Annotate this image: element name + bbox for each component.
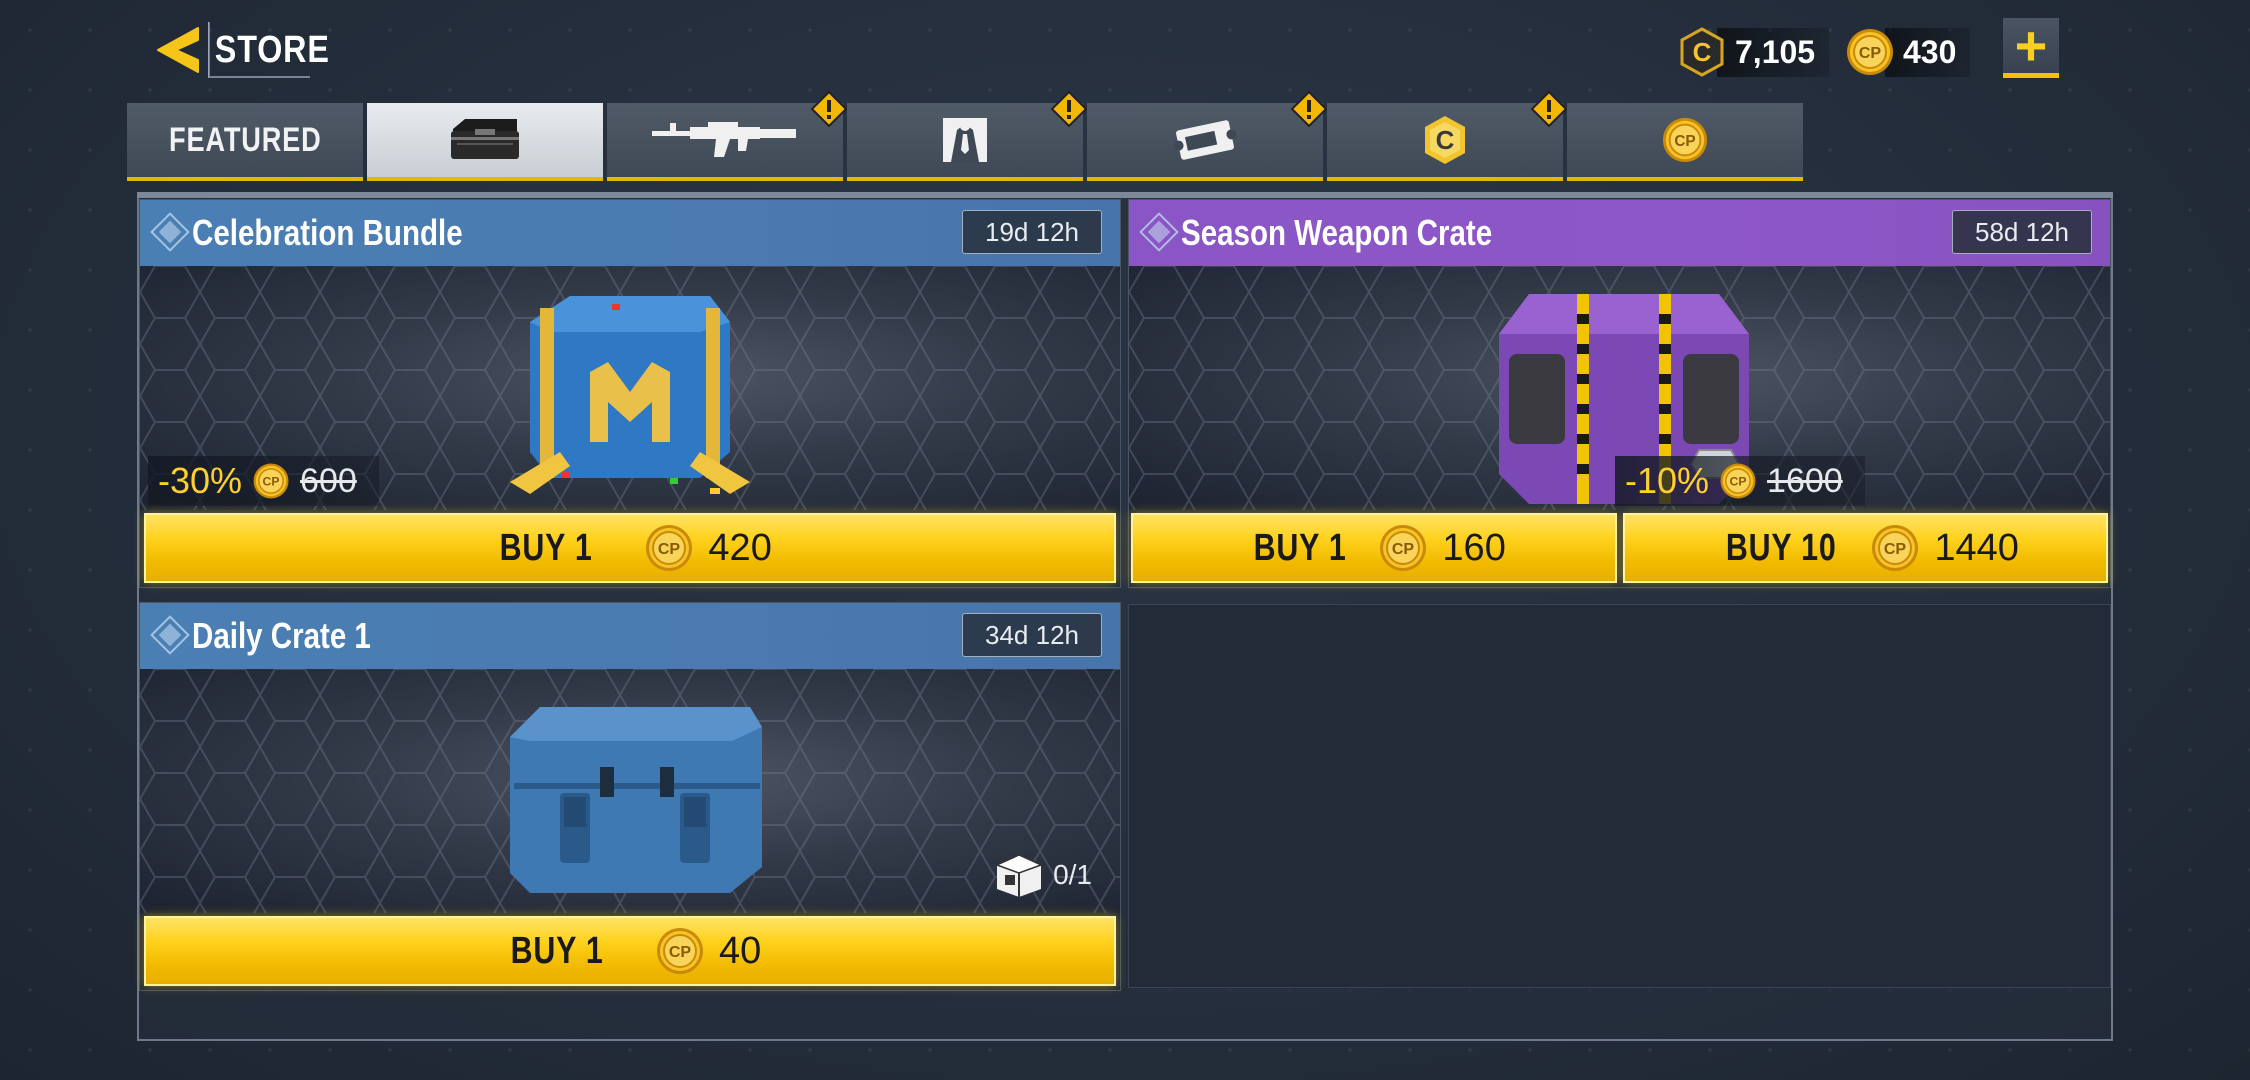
season-weapon-crate-timer: 58d 12h bbox=[1952, 210, 2092, 254]
daily-crate-title: Daily Crate 1 bbox=[192, 615, 371, 656]
celebration-crate-image bbox=[510, 296, 750, 494]
tab-tickets-alert-icon bbox=[1289, 89, 1329, 129]
ticket-icon bbox=[1173, 120, 1237, 160]
celebration-bundle-title: Celebration Bundle bbox=[192, 212, 463, 253]
cod-points-icon: C bbox=[1680, 27, 1724, 77]
buy-price: 40 bbox=[718, 929, 762, 972]
box-icon bbox=[995, 854, 1044, 897]
svg-text:C: C bbox=[1436, 125, 1455, 155]
cod-points-balance: C 7,105 bbox=[1677, 24, 1830, 80]
tab-weapons-alert-icon bbox=[809, 89, 849, 129]
season-buy-1-button[interactable]: BUY 1 160 bbox=[1131, 513, 1617, 583]
back-button[interactable] bbox=[146, 18, 210, 82]
buy-price: 420 bbox=[708, 526, 772, 569]
tab-featured-label: FEATURED bbox=[168, 120, 322, 159]
daily-crate-image bbox=[510, 707, 762, 893]
season-weapon-crate-card[interactable]: Season Weapon Crate 58d 12h -10% 1600 BU… bbox=[1128, 199, 2111, 588]
panel-top-border bbox=[137, 192, 2113, 198]
cod-points-value: 7,105 bbox=[1717, 27, 1830, 77]
buy-price: 160 bbox=[1442, 526, 1506, 569]
purchase-limit: 0/1 bbox=[991, 851, 1092, 899]
tab-cod-points-alert-icon bbox=[1529, 89, 1569, 129]
cp-coin-icon bbox=[252, 462, 290, 500]
season-buy-10-button[interactable]: BUY 10 1440 bbox=[1623, 513, 2108, 583]
celebration-old-price: 600 bbox=[300, 461, 357, 500]
title-underline bbox=[210, 76, 310, 78]
purchase-limit-value: 0/1 bbox=[1053, 859, 1092, 890]
season-weapon-crate-header: Season Weapon Crate 58d 12h bbox=[1129, 200, 2110, 266]
cp-coin-icon bbox=[655, 926, 705, 976]
tab-characters[interactable] bbox=[847, 103, 1083, 181]
tab-characters-alert-icon bbox=[1049, 89, 1089, 129]
back-arrow-icon bbox=[157, 27, 199, 73]
season-discount-badge: -10% 1600 bbox=[1615, 456, 1865, 506]
cp-value: 430 bbox=[1885, 27, 1971, 77]
buy-label: BUY 1 bbox=[499, 526, 593, 569]
buy-label: BUY 10 bbox=[1725, 526, 1837, 569]
tab-weapons[interactable] bbox=[607, 103, 843, 181]
store-tabs: FEATURED C bbox=[127, 103, 1807, 181]
tab-crates[interactable] bbox=[367, 103, 603, 181]
daily-crate-header: Daily Crate 1 34d 12h bbox=[140, 603, 1120, 669]
season-discount-percent: -10% bbox=[1625, 460, 1710, 501]
cp-coin-icon bbox=[1870, 523, 1920, 573]
crate-icon bbox=[451, 119, 519, 159]
season-old-price: 1600 bbox=[1767, 461, 1843, 500]
character-icon bbox=[943, 118, 987, 162]
cp-balance: 430 bbox=[1845, 24, 1971, 80]
diamond-icon bbox=[148, 613, 192, 657]
svg-text:C: C bbox=[1693, 37, 1712, 67]
celebration-buy-1-button[interactable]: BUY 1 420 bbox=[144, 513, 1116, 583]
daily-buy-1-button[interactable]: BUY 1 40 bbox=[144, 916, 1116, 986]
tab-featured[interactable]: FEATURED bbox=[127, 103, 363, 181]
empty-card-slot bbox=[1128, 604, 2111, 988]
tab-cod-points[interactable]: C bbox=[1327, 103, 1563, 181]
tab-tickets[interactable] bbox=[1087, 103, 1323, 181]
daily-crate-timer: 34d 12h bbox=[962, 613, 1102, 657]
page-title: STORE bbox=[208, 22, 329, 78]
celebration-bundle-card[interactable]: Celebration Bundle 19d 12h -30% 600 BUY … bbox=[139, 199, 1121, 588]
cp-tab-icon bbox=[1661, 116, 1709, 164]
cp-coin-icon bbox=[1719, 462, 1757, 500]
celebration-discount-badge: -30% 600 bbox=[148, 456, 379, 506]
season-weapon-crate-art: -10% 1600 bbox=[1129, 266, 2110, 510]
celebration-bundle-header: Celebration Bundle 19d 12h bbox=[140, 200, 1120, 266]
buy-price: 1440 bbox=[1934, 526, 2019, 569]
cod-points-tab-icon: C bbox=[1425, 116, 1465, 164]
buy-label: BUY 1 bbox=[1253, 526, 1347, 569]
diamond-icon bbox=[148, 210, 192, 254]
cp-coin-icon bbox=[1845, 27, 1895, 77]
celebration-discount-percent: -30% bbox=[158, 460, 243, 501]
tab-cp[interactable] bbox=[1567, 103, 1803, 181]
cp-coin-icon bbox=[1378, 523, 1428, 573]
buy-label: BUY 1 bbox=[510, 929, 604, 972]
season-weapon-crate-title: Season Weapon Crate bbox=[1181, 212, 1493, 253]
celebration-bundle-art: -30% 600 bbox=[140, 266, 1120, 510]
cp-coin-icon bbox=[644, 523, 694, 573]
celebration-bundle-timer: 19d 12h bbox=[962, 210, 1102, 254]
add-currency-button[interactable]: + bbox=[2003, 14, 2059, 78]
daily-crate-card[interactable]: Daily Crate 1 34d 12h 0/1 BUY 1 40 bbox=[139, 602, 1121, 991]
diamond-icon bbox=[1137, 210, 1181, 254]
daily-crate-art: 0/1 bbox=[140, 669, 1120, 913]
rifle-icon bbox=[652, 122, 796, 157]
